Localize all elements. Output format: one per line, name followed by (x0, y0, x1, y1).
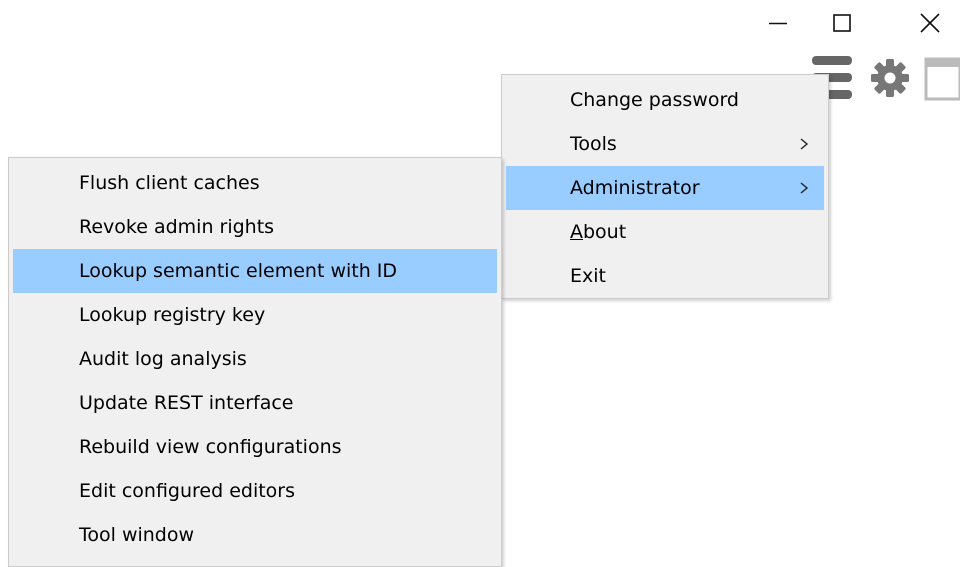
submenu-item-update-rest-interface[interactable]: Update REST interface (13, 381, 497, 425)
menu-item-tools[interactable]: Tools (506, 122, 824, 166)
menu-item-exit[interactable]: Exit (506, 254, 824, 298)
submenu-item-revoke-admin-rights[interactable]: Revoke admin rights (13, 205, 497, 249)
submenu-item-edit-configured-editors[interactable]: Edit configured editors (13, 469, 497, 513)
chevron-right-icon (800, 138, 809, 150)
submenu-item-rebuild-view-configurations[interactable]: Rebuild view configurations (13, 425, 497, 469)
maximize-button[interactable] (810, 0, 874, 46)
minimize-icon (769, 22, 787, 25)
close-icon (920, 13, 940, 33)
maximize-icon (833, 14, 851, 32)
submenu-item-lookup-registry-key[interactable]: Lookup registry key (13, 293, 497, 337)
submenu-item-label: Rebuild view configurations (79, 436, 342, 458)
chevron-right-icon (800, 182, 809, 194)
submenu-item-audit-log-analysis[interactable]: Audit log analysis (13, 337, 497, 381)
menu-item-label: Administrator (570, 177, 700, 199)
submenu-item-label: Lookup registry key (79, 304, 266, 326)
menu-item-label: Tools (570, 133, 617, 155)
menu-item-label: Exit (570, 265, 606, 287)
submenu-item-label: Update REST interface (79, 392, 294, 414)
close-button[interactable] (898, 0, 960, 46)
submenu-item-label: Edit configured editors (79, 480, 296, 502)
main-menu: Change password Tools Administrator Abou… (501, 74, 829, 299)
menu-item-label: Change password (570, 89, 739, 111)
menu-item-about[interactable]: About (506, 210, 824, 254)
submenu-item-label: Flush client caches (79, 172, 260, 194)
administrator-submenu: Flush client caches Revoke admin rights … (8, 157, 502, 567)
submenu-item-flush-client-caches[interactable]: Flush client caches (13, 161, 497, 205)
window-icon[interactable] (924, 56, 960, 106)
submenu-item-label: Revoke admin rights (79, 216, 275, 238)
submenu-item-label: Tool window (79, 524, 195, 546)
menu-item-label: About (570, 221, 627, 243)
menu-item-change-password[interactable]: Change password (506, 78, 824, 122)
submenu-item-label: Audit log analysis (79, 348, 247, 370)
minimize-button[interactable] (746, 0, 810, 46)
submenu-item-lookup-semantic-element[interactable]: Lookup semantic element with ID (13, 249, 497, 293)
menu-item-administrator[interactable]: Administrator (506, 166, 824, 210)
submenu-item-tool-window[interactable]: Tool window (13, 513, 497, 557)
gear-icon[interactable] (868, 56, 912, 104)
submenu-item-label: Lookup semantic element with ID (79, 260, 398, 282)
